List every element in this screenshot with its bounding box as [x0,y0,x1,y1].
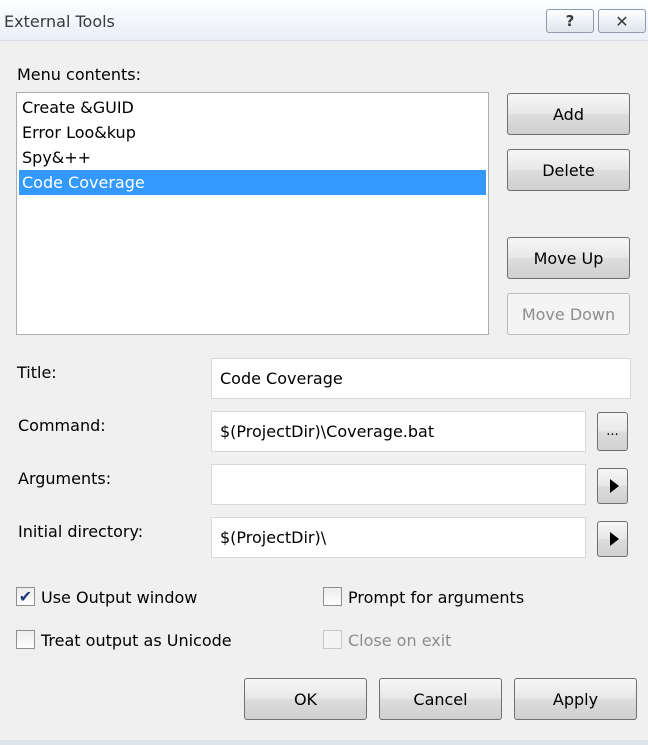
initial-directory-label: Initial directory: [18,522,144,541]
menu-contents-list[interactable]: Create &GUID Error Loo&kup Spy&++ Code C… [16,92,489,335]
close-on-exit-label: Close on exit [348,631,452,650]
apply-button-label: Apply [552,689,599,709]
list-item[interactable]: Spy&++ [19,145,486,170]
ok-button-label: OK [293,689,318,709]
window-bottom-border [0,740,648,745]
treat-output-unicode-label: Treat output as Unicode [41,631,232,650]
initial-directory-field[interactable]: $(ProjectDir)\ [211,517,586,558]
move-up-button[interactable]: Move Up [507,237,630,279]
help-button[interactable]: ? [546,9,594,33]
add-button-label: Add [553,104,584,124]
treat-output-unicode-checkbox[interactable] [16,630,35,649]
close-on-exit-checkbox[interactable] [323,630,342,649]
use-output-window-label: Use Output window [41,588,198,607]
arguments-label: Arguments: [18,469,112,488]
delete-button-label: Delete [542,160,595,180]
browse-command-button[interactable]: ... [597,412,628,451]
window-title: External Tools [4,12,115,31]
cancel-button-label: Cancel [413,689,468,709]
add-button[interactable]: Add [507,93,630,135]
title-label: Title: [17,363,57,382]
initial-directory-macro-button[interactable] [597,521,628,557]
list-item[interactable]: Error Loo&kup [19,120,486,145]
command-field[interactable]: $(ProjectDir)\Coverage.bat [211,411,586,452]
command-label: Command: [18,416,106,435]
list-item-selected[interactable]: Code Coverage [19,170,486,195]
menu-contents-label: Menu contents: [17,65,141,84]
cancel-button[interactable]: Cancel [379,678,502,720]
help-icon: ? [565,12,575,30]
ok-button[interactable]: OK [244,678,367,720]
right-arrow-icon [609,532,619,546]
move-down-button[interactable]: Move Down [507,293,630,335]
check-icon: ✔ [18,586,33,606]
prompt-for-arguments-checkbox[interactable] [323,587,342,606]
title-field[interactable]: Code Coverage [211,358,631,399]
arguments-macro-button[interactable] [597,468,628,504]
close-button[interactable]: ✕ [598,9,646,33]
move-up-button-label: Move Up [533,248,604,268]
use-output-window-checkbox[interactable]: ✔ [16,587,35,606]
title-bar: External Tools ? ✕ [0,0,648,41]
right-arrow-icon [609,479,619,493]
delete-button[interactable]: Delete [507,149,630,191]
prompt-for-arguments-label: Prompt for arguments [348,588,525,607]
close-icon: ✕ [615,11,629,31]
list-item[interactable]: Create &GUID [19,95,486,120]
browse-command-label: ... [606,424,619,439]
apply-button[interactable]: Apply [514,678,637,720]
arguments-field[interactable] [211,464,586,505]
move-down-button-label: Move Down [521,304,616,324]
